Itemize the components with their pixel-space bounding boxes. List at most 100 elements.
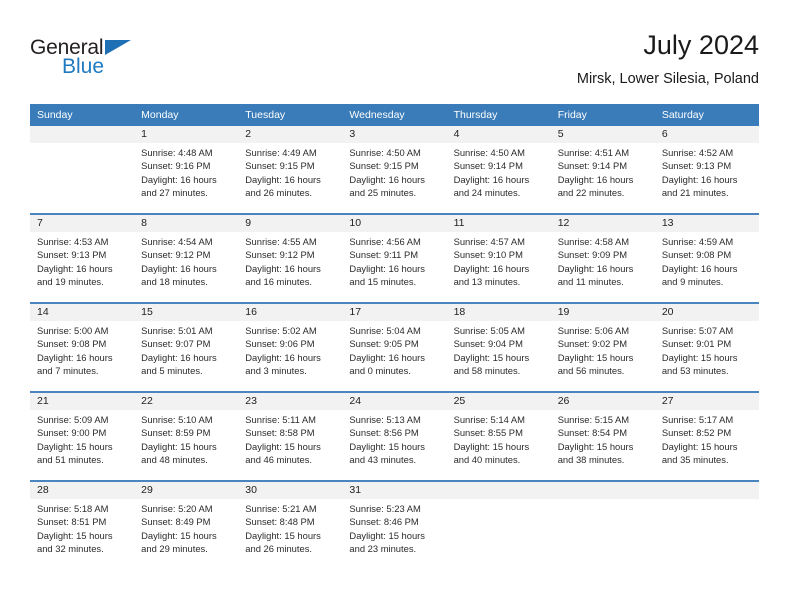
calendar-day-cell[interactable]: 17 Sunrise: 5:04 AM Sunset: 9:05 PM Dayligh… [342,304,447,391]
daylight-text-line2: and 7 minutes. [37,365,99,377]
daylight-text-line1: Daylight: 16 hours [349,351,425,363]
day-number: 24 [342,393,447,410]
day-number [30,126,135,143]
day-details: Sunrise: 4:52 AM Sunset: 9:13 PM Daylight:… [655,143,759,200]
weekday-header-sunday: Sunday [30,104,135,126]
sunrise-text: Sunrise: 4:50 AM [453,147,525,158]
daylight-text-line1: Daylight: 15 hours [453,440,530,452]
calendar-day-cell[interactable]: 14 Sunrise: 5:00 AM Sunset: 9:08 PM Dayligh… [30,304,135,391]
day-details: Sunrise: 5:23 AM Sunset: 8:46 PM Daylight:… [342,499,446,556]
calendar-day-cell[interactable]: 15 Sunrise: 5:01 AM Sunset: 9:07 PM Dayligh… [134,304,239,391]
calendar-day-cell[interactable]: 28 Sunrise: 5:18 AM Sunset: 8:51 PM Dayligh… [30,482,135,569]
day-number: 8 [134,215,239,232]
calendar-day-cell[interactable]: 16 Sunrise: 5:02 AM Sunset: 9:06 PM Dayligh… [238,304,343,391]
sunset-text: Sunset: 8:49 PM [141,516,211,528]
calendar-day-cell[interactable]: 10 Sunrise: 4:56 AM Sunset: 9:11 PM Dayligh… [342,215,447,302]
calendar-day-cell[interactable]: 20 Sunrise: 5:07 AM Sunset: 9:01 PM Dayligh… [654,304,759,391]
daylight-text-line1: Daylight: 16 hours [37,351,113,363]
location-subtitle: Mirsk, Lower Silesia, Poland [576,71,759,87]
daylight-text-line2: and 46 minutes. [245,454,312,466]
day-details: Sunrise: 4:48 AM Sunset: 9:16 PM Daylight:… [134,143,238,200]
calendar-day-cell[interactable]: 12 Sunrise: 4:58 AM Sunset: 9:09 PM Dayligh… [550,215,655,302]
daylight-text-line2: and 3 minutes. [245,365,307,377]
daylight-text-line2: and 25 minutes. [349,187,417,199]
sunrise-text: Sunrise: 5:01 AM [141,325,213,336]
calendar-page: General Blue July 2024 Mirsk, Lower Sile… [0,0,792,612]
day-details: Sunrise: 4:50 AM Sunset: 9:14 PM Daylight:… [447,143,551,200]
calendar-day-cell[interactable]: 4 Sunrise: 4:50 AM Sunset: 9:14 PM Daylight… [446,126,551,213]
general-blue-logo[interactable]: General Blue [30,36,160,84]
calendar-day-cell[interactable]: 31 Sunrise: 5:23 AM Sunset: 8:46 PM Dayligh… [342,482,447,569]
sunrise-text: Sunrise: 5:13 AM [349,414,421,425]
sunrise-text: Sunrise: 5:00 AM [37,325,109,336]
day-details: Sunrise: 4:53 AM Sunset: 9:13 PM Daylight:… [30,232,134,289]
calendar-day-cell[interactable]: 29 Sunrise: 5:20 AM Sunset: 8:49 PM Dayligh… [134,482,239,569]
day-details: Sunrise: 5:14 AM Sunset: 8:55 PM Daylight:… [447,410,551,467]
calendar-week-row: 1 Sunrise: 4:48 AM Sunset: 9:16 PM Daylight… [30,126,759,214]
calendar-day-cell[interactable]: 13 Sunrise: 4:59 AM Sunset: 9:08 PM Dayligh… [654,215,759,302]
daylight-text-line1: Daylight: 16 hours [245,262,321,274]
calendar-day-cell[interactable]: 26 Sunrise: 5:15 AM Sunset: 8:54 PM Dayligh… [550,393,655,480]
calendar-week-row: 21 Sunrise: 5:09 AM Sunset: 9:00 PM Dayligh… [30,391,759,481]
calendar-day-cell[interactable]: 7 Sunrise: 4:53 AM Sunset: 9:13 PM Daylight… [30,215,135,302]
sunrise-text: Sunrise: 4:57 AM [453,236,525,247]
daylight-text-line2: and 43 minutes. [349,454,417,466]
calendar-day-cell[interactable]: 11 Sunrise: 4:57 AM Sunset: 9:10 PM Dayligh… [446,215,551,302]
day-details: Sunrise: 4:50 AM Sunset: 9:15 PM Daylight:… [342,143,446,200]
day-details: Sunrise: 5:07 AM Sunset: 9:01 PM Daylight:… [655,321,759,378]
daylight-text-line1: Daylight: 16 hours [141,351,217,363]
daylight-text-line1: Daylight: 15 hours [245,529,321,541]
daylight-text-line1: Daylight: 16 hours [453,262,530,274]
day-details: Sunrise: 5:13 AM Sunset: 8:56 PM Daylight:… [342,410,446,467]
daylight-text-line2: and 48 minutes. [141,454,208,466]
daylight-text-line2: and 38 minutes. [557,454,625,466]
sunset-text: Sunset: 9:01 PM [661,338,732,350]
calendar-day-cell[interactable]: 9 Sunrise: 4:55 AM Sunset: 9:12 PM Daylight… [238,215,343,302]
calendar-week-row: 28 Sunrise: 5:18 AM Sunset: 8:51 PM Dayligh… [30,480,759,569]
sunrise-text: Sunrise: 4:53 AM [37,236,109,247]
day-details: Sunrise: 4:54 AM Sunset: 9:12 PM Daylight:… [134,232,238,289]
day-number: 12 [550,215,655,232]
sunset-text: Sunset: 9:00 PM [37,427,107,439]
calendar-day-cell[interactable]: 22 Sunrise: 5:10 AM Sunset: 8:59 PM Dayligh… [134,393,239,480]
sunset-text: Sunset: 8:52 PM [661,427,732,439]
daylight-text-line1: Daylight: 15 hours [141,529,217,541]
sunrise-text: Sunrise: 4:56 AM [349,236,421,247]
day-details: Sunrise: 5:18 AM Sunset: 8:51 PM Daylight:… [30,499,134,556]
daylight-text-line1: Daylight: 16 hours [453,173,530,185]
sunset-text: Sunset: 9:14 PM [453,160,523,172]
calendar-day-cell[interactable]: 18 Sunrise: 5:05 AM Sunset: 9:04 PM Dayligh… [446,304,551,391]
day-details: Sunrise: 5:15 AM Sunset: 8:54 PM Daylight:… [551,410,655,467]
calendar-day-cell[interactable]: 21 Sunrise: 5:09 AM Sunset: 9:00 PM Dayligh… [30,393,135,480]
calendar-day-cell[interactable]: 19 Sunrise: 5:06 AM Sunset: 9:02 PM Dayligh… [550,304,655,391]
daylight-text-line2: and 13 minutes. [453,276,521,288]
calendar-day-cell[interactable]: 25 Sunrise: 5:14 AM Sunset: 8:55 PM Dayligh… [446,393,551,480]
sunrise-text: Sunrise: 5:07 AM [661,325,734,336]
sunset-text: Sunset: 8:55 PM [453,427,523,439]
sunrise-text: Sunrise: 5:09 AM [37,414,109,425]
sunset-text: Sunset: 9:06 PM [245,338,315,350]
sunrise-text: Sunrise: 5:17 AM [661,414,734,425]
day-details: Sunrise: 5:05 AM Sunset: 9:04 PM Daylight:… [447,321,551,378]
calendar-day-cell[interactable]: 27 Sunrise: 5:17 AM Sunset: 8:52 PM Dayligh… [654,393,759,480]
sunrise-text: Sunrise: 4:50 AM [349,147,421,158]
calendar-day-cell[interactable]: 24 Sunrise: 5:13 AM Sunset: 8:56 PM Dayligh… [342,393,447,480]
calendar-day-cell[interactable]: 3 Sunrise: 4:50 AM Sunset: 9:15 PM Daylight… [342,126,447,213]
day-number: 3 [342,126,447,143]
daylight-text-line1: Daylight: 16 hours [557,173,634,185]
calendar-day-cell[interactable]: 23 Sunrise: 5:11 AM Sunset: 8:58 PM Dayligh… [238,393,343,480]
calendar-day-cell[interactable]: 6 Sunrise: 4:52 AM Sunset: 9:13 PM Daylight… [654,126,759,213]
calendar-day-cell[interactable]: 5 Sunrise: 4:51 AM Sunset: 9:14 PM Daylight… [550,126,655,213]
daylight-text-line2: and 21 minutes. [661,187,729,199]
calendar-day-cell[interactable]: 8 Sunrise: 4:54 AM Sunset: 9:12 PM Daylight… [134,215,239,302]
calendar-day-cell[interactable]: 30 Sunrise: 5:21 AM Sunset: 8:48 PM Dayligh… [238,482,343,569]
calendar-day-cell[interactable]: 1 Sunrise: 4:48 AM Sunset: 9:16 PM Daylight… [134,126,239,213]
sunrise-text: Sunrise: 5:11 AM [245,414,316,425]
daylight-text-line2: and 56 minutes. [557,365,625,377]
calendar-week-row: 7 Sunrise: 4:53 AM Sunset: 9:13 PM Daylight… [30,213,759,303]
calendar-day-cell[interactable]: 2 Sunrise: 4:49 AM Sunset: 9:15 PM Daylight… [238,126,343,213]
day-details: Sunrise: 5:00 AM Sunset: 9:08 PM Daylight:… [30,321,134,378]
sunset-text: Sunset: 9:05 PM [349,338,419,350]
sunrise-text: Sunrise: 4:58 AM [557,236,630,247]
day-number: 10 [342,215,447,232]
